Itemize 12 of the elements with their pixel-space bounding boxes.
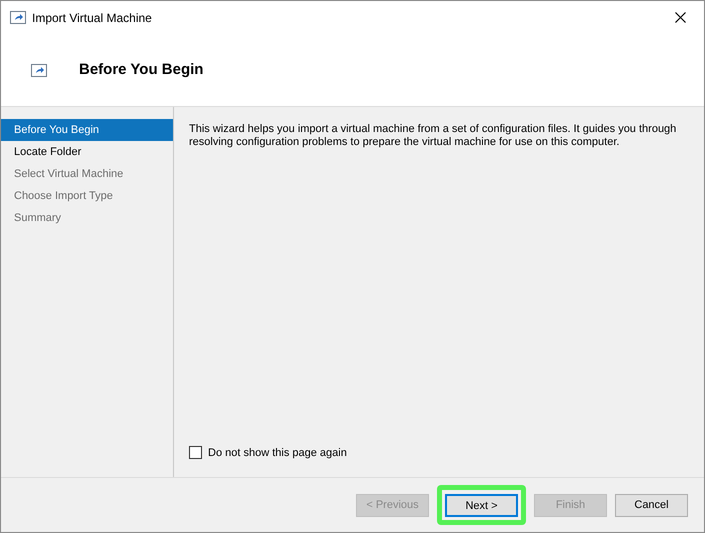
wizard-step[interactable]: Before You Begin <box>1 119 173 141</box>
import-icon <box>10 11 26 24</box>
window-title: Import Virtual Machine <box>32 10 152 26</box>
checkbox[interactable] <box>189 446 202 460</box>
wizard-button[interactable]: Next > <box>445 494 518 518</box>
close-icon <box>674 12 686 23</box>
wizard-step[interactable]: Locate Folder <box>1 141 173 163</box>
page-heading: Before You Begin <box>79 60 204 80</box>
checkbox-label: Do not show this page again <box>208 446 347 460</box>
wizard-button[interactable]: Cancel <box>615 494 688 516</box>
import-icon <box>31 64 47 76</box>
description-text: This wizard helps you import a virtual machine from a set of configuration files. It guides you through resolving configuration problems to prepare the virtual machine for use on this computer. <box>189 123 678 149</box>
